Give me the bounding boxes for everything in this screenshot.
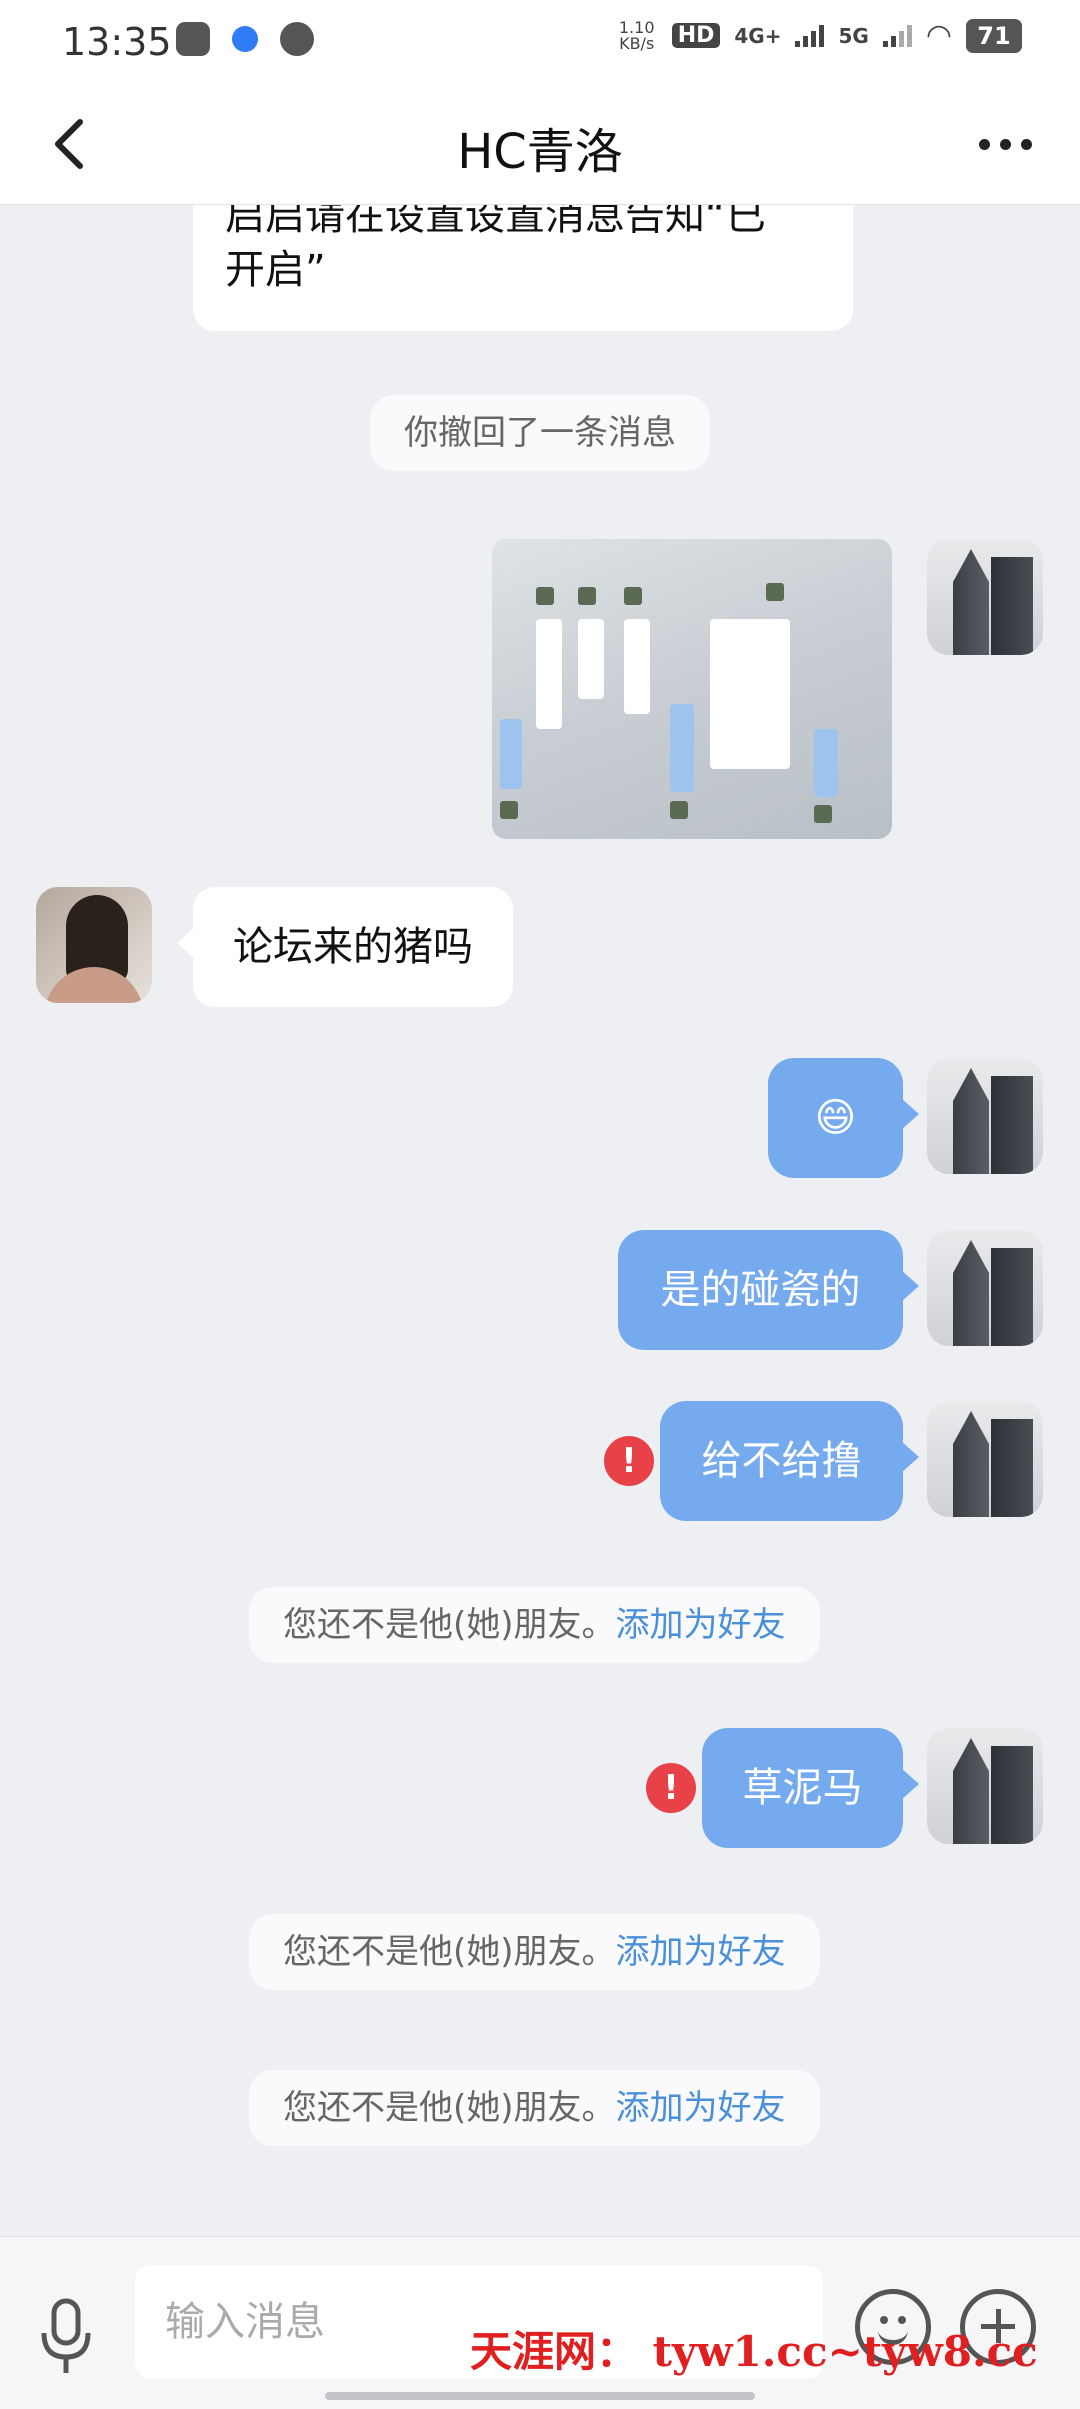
send-failed-icon[interactable]: ! [604,1436,654,1486]
my-avatar[interactable] [927,1230,1043,1346]
outgoing-message-bubble[interactable]: 😄 [768,1058,919,1178]
battery-level: 71 [966,18,1022,53]
home-indicator[interactable] [325,2392,755,2400]
hd-badge: HD [671,23,721,48]
outgoing-message-bubble[interactable]: 草泥马 [702,1728,919,1848]
emoji-message: 😄 [814,1095,857,1141]
signal-icon-2 [882,24,912,47]
network-4g-label: 4G+ [734,23,782,48]
chat-header: HC青洛 [0,86,1080,205]
more-button[interactable] [970,124,1040,164]
sent-image[interactable] [492,539,892,839]
message-text: 是的碰瓷的 [660,1267,861,1313]
not-friend-text: 您还不是他(她)朋友。 [283,1932,616,1972]
microphone-icon [41,2298,91,2373]
my-avatar[interactable] [927,539,1043,655]
status-time: 13:35 [62,20,172,64]
outgoing-message-bubble[interactable]: 是的碰瓷的 [618,1230,919,1350]
not-friend-text: 您还不是他(她)朋友。 [283,2088,616,2128]
network-5g-label: 5G [838,23,869,48]
add-friend-link[interactable]: 添加为好友 [616,1932,786,1972]
voice-button[interactable] [36,2297,96,2377]
status-right-icons: 1.10 KB/s HD 4G+ 5G ◠ 71 [616,18,1022,53]
wifi-icon: ◠ [925,18,952,53]
message-text: 启启请在设置设置消息告知“已 [225,205,766,239]
my-avatar[interactable] [927,1058,1043,1174]
net-speed: 1.10 KB/s [618,17,655,53]
message-notification-icon [232,26,258,52]
incoming-message-bubble[interactable]: 论坛来的猪吗 [177,887,513,1007]
my-avatar[interactable] [927,1401,1043,1517]
message-bubble-partial[interactable]: 启启请在设置设置消息告知“已 开启” [193,205,853,331]
chat-title: HC青洛 [457,124,623,180]
app-notification-icon [176,22,210,56]
watermark: 天涯网： tyw1.cc~tyw8.cc [470,2327,1038,2376]
message-text: 给不给撸 [701,1438,862,1484]
message-text: 开启” [225,247,326,293]
message-text: 草泥马 [742,1765,863,1811]
check-circle-icon [280,22,314,56]
my-avatar[interactable] [927,1728,1043,1844]
not-friend-text: 您还不是他(她)朋友。 [283,1605,616,1645]
signal-icon [795,24,825,47]
not-friend-notice: 您还不是他(她)朋友。添加为好友 [249,1914,820,1990]
add-friend-link[interactable]: 添加为好友 [616,1605,786,1645]
contact-avatar[interactable] [36,887,152,1003]
chat-messages[interactable]: 启启请在设置设置消息告知“已 开启” 你撤回了一条消息 论坛来的猪吗 😄 是的碰… [0,205,1080,2235]
send-failed-icon[interactable]: ! [646,1763,696,1813]
not-friend-notice: 您还不是他(她)朋友。添加为好友 [249,2070,820,2146]
message-text: 论坛来的猪吗 [233,924,473,970]
more-dots-icon [978,138,990,150]
recall-notice: 你撤回了一条消息 [370,395,710,471]
status-notification-icons [176,22,314,56]
outgoing-message-bubble[interactable]: 给不给撸 [660,1401,919,1521]
add-friend-link[interactable]: 添加为好友 [616,2088,786,2128]
status-bar: 13:35 1.10 KB/s HD 4G+ 5G ◠ 71 [0,0,1080,86]
not-friend-notice: 您还不是他(她)朋友。添加为好友 [249,1587,820,1663]
